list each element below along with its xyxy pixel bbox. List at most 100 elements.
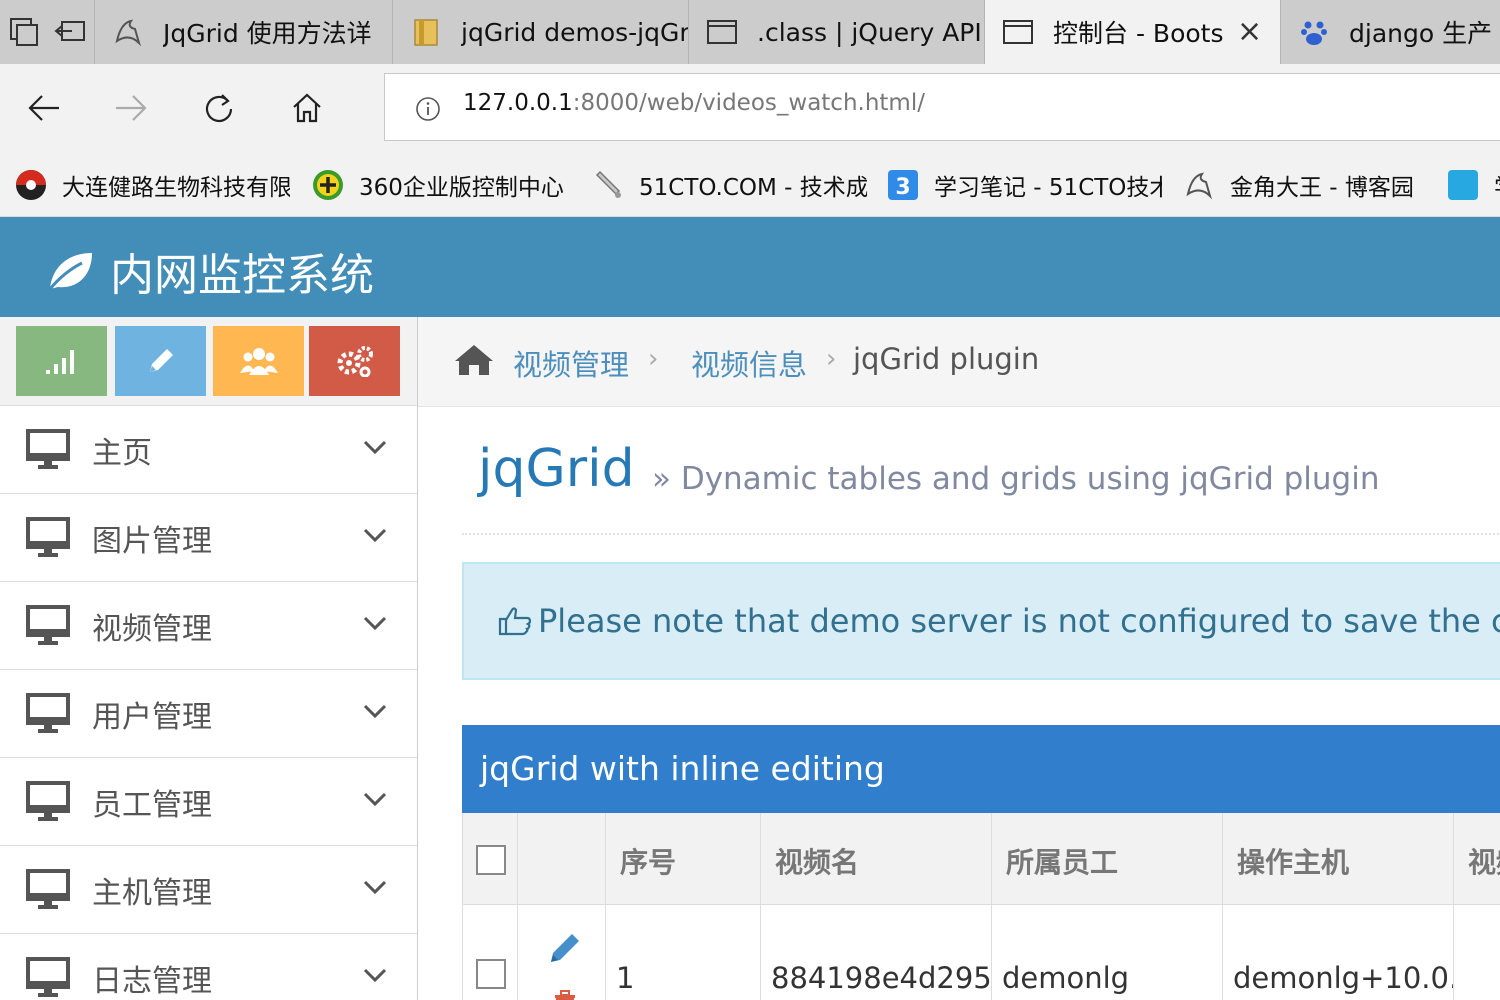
sidebar-item-images[interactable]: 图片管理 [0, 494, 417, 582]
refresh-button[interactable] [195, 84, 243, 132]
select-all-checkbox[interactable] [476, 845, 506, 875]
sidebar-item-label: 图片管理 [92, 524, 212, 559]
address-bar[interactable]: 127.0.0.1:8000/web/videos_watch.html/ [384, 73, 1500, 141]
number-3-icon: 3 [886, 168, 920, 202]
cell-employee: demonlg [1002, 961, 1130, 995]
sidebar-item-home[interactable]: 主页 [0, 406, 417, 494]
browser-tab-active[interactable]: 控制台 - Boots × [984, 0, 1280, 64]
table-cell: demonlg [992, 905, 1223, 1000]
breadcrumb-current: jqGrid plugin [853, 342, 1040, 376]
browser-tab[interactable]: django 生产 [1280, 0, 1500, 64]
sidebar-nav: 主页 图片管理 视频管理 用户管理 员工管理 主机管理 日志管理 [0, 406, 417, 1000]
tab-title: jqGrid demos-jqGr [461, 17, 688, 47]
window-icon [1001, 15, 1035, 49]
favorite-label: 金角大王 - 博客园 [1230, 175, 1414, 201]
grid-header-row: 序号 视频名 所属员工 操作主机 视频 [462, 813, 1500, 905]
favorite-label: 学习笔记 - 51CTO技术 [934, 175, 1162, 201]
users-icon [239, 348, 278, 375]
pencil-icon[interactable] [548, 931, 582, 965]
breadcrumb-link[interactable]: 视频信息 [691, 342, 807, 384]
app-header: 内网监控系统 [0, 217, 1500, 317]
monitor-icon [26, 605, 70, 645]
favorite-link[interactable]: 大连健路生物科技有限 [14, 167, 290, 203]
info-alert: Please note that demo server is not conf… [462, 562, 1500, 680]
jqgrid-table: jqGrid with inline editing 序号 视频名 所属员工 操… [462, 725, 1500, 1000]
grid-caption-text: jqGrid with inline editing [480, 749, 885, 788]
breadcrumb-separator: › [648, 344, 659, 374]
column-header-label: 视频 [1468, 846, 1500, 879]
column-header[interactable]: 所属员工 [992, 813, 1223, 904]
column-header[interactable]: 视频名 [761, 813, 992, 904]
home-button[interactable] [283, 84, 331, 132]
pencil-icon [149, 349, 173, 372]
table-cell: demonlg+10.0.75 [1223, 905, 1454, 1000]
column-header[interactable]: 序号 [606, 813, 761, 904]
tab-title: .class | jQuery API [757, 17, 982, 47]
actions-header-cell [518, 813, 606, 904]
stats-shortcut-button[interactable] [16, 326, 107, 396]
browser-navigation-bar: 127.0.0.1:8000/web/videos_watch.html/ [0, 64, 1500, 153]
red-ball-icon [14, 168, 48, 202]
grid-caption: jqGrid with inline editing [462, 725, 1500, 813]
back-button[interactable] [20, 84, 68, 132]
trash-icon[interactable] [550, 989, 580, 1000]
sidebar-item-hosts[interactable]: 主机管理 [0, 846, 417, 934]
favorite-link[interactable]: 360企业版控制中心 [311, 167, 567, 203]
chevron-down-icon [363, 968, 387, 983]
info-icon[interactable] [415, 96, 441, 122]
settings-shortcut-button[interactable] [309, 326, 400, 396]
sidebar: 主页 图片管理 视频管理 用户管理 员工管理 主机管理 日志管理 [0, 317, 418, 1000]
sidebar-shortcuts [0, 317, 417, 406]
monitor-icon [26, 957, 70, 997]
row-actions-cell [518, 905, 606, 1000]
signal-bars-icon [45, 350, 74, 374]
sidebar-item-label: 主页 [92, 436, 152, 471]
breadcrumb-link[interactable]: 视频管理 [513, 342, 629, 384]
cnblogs-icon [1182, 168, 1216, 202]
table-row[interactable]: 1 884198e4d29511 demonlg demonlg+10.0.75 [462, 905, 1500, 1000]
sidebar-item-label: 视频管理 [92, 612, 212, 647]
wrench-icon [591, 168, 625, 202]
sidebar-item-employees[interactable]: 员工管理 [0, 758, 417, 846]
page-subtitle: » Dynamic tables and grids using jqGrid … [652, 461, 1380, 497]
favorite-link[interactable]: 3 学习笔记 - 51CTO技术 [886, 167, 1162, 203]
favorite-label: 51CTO.COM - 技术成 [639, 175, 867, 201]
chevron-down-icon [363, 616, 387, 631]
browser-tab[interactable]: .class | jQuery API [688, 0, 984, 64]
favorites-bar: 大连健路生物科技有限 360企业版控制中心 51CTO.COM - 技术成 3 … [0, 153, 1500, 217]
favorite-link[interactable]: 51CTO.COM - 技术成 [591, 167, 867, 203]
sidebar-item-videos[interactable]: 视频管理 [0, 582, 417, 670]
monitor-icon [26, 781, 70, 821]
tab-preview-button[interactable] [0, 0, 47, 64]
gears-icon [337, 346, 373, 377]
column-header[interactable]: 视频 [1454, 813, 1500, 904]
brand[interactable]: 内网监控系统 [46, 239, 374, 303]
edit-shortcut-button[interactable] [115, 326, 206, 396]
cell-video-name: 884198e4d29511 [771, 961, 992, 995]
set-aside-tabs-button[interactable] [47, 0, 94, 64]
row-checkbox[interactable] [476, 959, 506, 989]
users-shortcut-button[interactable] [213, 326, 304, 396]
browser-tab[interactable]: JqGrid 使用方法详 [94, 0, 392, 64]
sidebar-item-label: 用户管理 [92, 700, 212, 735]
leaf-icon [48, 253, 92, 290]
url-path: :8000/web/videos_watch.html/ [572, 90, 925, 116]
favorite-link[interactable]: 金角大王 - 博客园 [1182, 167, 1428, 203]
home-icon[interactable] [454, 343, 494, 377]
table-cell: 1 [606, 905, 761, 1000]
refresh-icon [205, 94, 233, 123]
sidebar-item-users[interactable]: 用户管理 [0, 670, 417, 758]
close-tab-button[interactable]: × [1237, 17, 1262, 47]
favorite-link[interactable]: 学 [1446, 167, 1500, 203]
url-host: 127.0.0.1 [463, 90, 573, 116]
forward-button[interactable] [107, 84, 155, 132]
chevron-down-icon [363, 528, 387, 543]
sidebar-item-logs[interactable]: 日志管理 [0, 934, 417, 1000]
url-text[interactable]: 127.0.0.1:8000/web/videos_watch.html/ [463, 90, 925, 116]
folder-icon [409, 15, 443, 49]
cell-seq: 1 [616, 961, 635, 995]
svg-text:3: 3 [895, 175, 910, 200]
monitor-icon [26, 693, 70, 733]
column-header[interactable]: 操作主机 [1223, 813, 1454, 904]
browser-tab[interactable]: jqGrid demos-jqGr [392, 0, 688, 64]
